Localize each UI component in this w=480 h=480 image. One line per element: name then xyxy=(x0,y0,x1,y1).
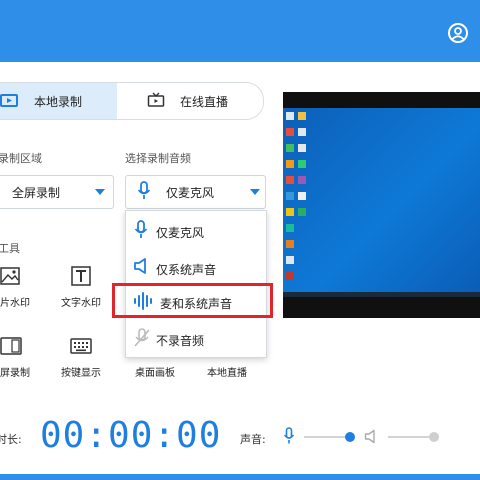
taskbar-thumbnail xyxy=(283,292,480,297)
image-icon xyxy=(0,267,20,285)
tool-image-watermark[interactable]: 片水印 xyxy=(0,294,30,309)
mic-icon xyxy=(137,181,151,199)
speaker-icon xyxy=(134,258,146,274)
dropdown-item-label: 仅麦克风 xyxy=(156,226,205,240)
selection-highlight xyxy=(112,283,273,318)
dropdown-item-label: 不录音频 xyxy=(156,334,205,348)
record-area-label: 录制区域 xyxy=(0,152,42,165)
tool-text-watermark[interactable]: 文字水印 xyxy=(56,294,106,309)
tv-icon[interactable] xyxy=(147,92,165,108)
tab-local-label: 本地录制 xyxy=(34,95,83,109)
chevron-down-icon xyxy=(95,189,105,195)
sound-label: 声音: xyxy=(240,433,266,446)
no-audio-icon xyxy=(134,328,150,347)
keyboard-icon xyxy=(70,338,92,354)
title-bar xyxy=(0,0,480,62)
tools-label: 工具 xyxy=(0,242,20,255)
tool-desktop-board[interactable]: 桌面画板 xyxy=(130,364,180,379)
tab-live-label[interactable]: 在线直播 xyxy=(180,93,228,110)
tool-key-display[interactable]: 按键显示 xyxy=(56,364,106,379)
system-volume-slider[interactable] xyxy=(388,436,434,438)
bottom-bar xyxy=(0,474,480,480)
speaker-icon[interactable] xyxy=(364,429,378,444)
text-icon xyxy=(71,266,91,286)
dropdown-item-label: 仅系统声音 xyxy=(156,263,217,277)
screen-icon xyxy=(0,337,22,355)
mic-icon[interactable] xyxy=(283,427,295,445)
video-icon xyxy=(0,94,18,107)
system-volume-knob[interactable] xyxy=(429,432,439,442)
mic-volume-knob[interactable] xyxy=(345,432,355,442)
mic-icon xyxy=(134,220,148,238)
desktop-icons xyxy=(284,112,308,282)
duration-label: 时长: xyxy=(0,433,22,446)
desktop-thumbnail xyxy=(283,108,480,296)
tool-local-live[interactable]: 本地直播 xyxy=(202,364,252,379)
mic-volume-slider[interactable] xyxy=(304,436,350,438)
chevron-down-icon xyxy=(250,189,260,195)
audio-value: 仅麦克风 xyxy=(166,186,215,200)
timer-display: 00:00:00 xyxy=(40,415,222,456)
user-icon[interactable] xyxy=(447,22,469,44)
record-area-value: 全屏录制 xyxy=(12,186,61,200)
audio-label: 选择录制音频 xyxy=(125,152,191,165)
tool-screen-record[interactable]: 屏录制 xyxy=(0,364,32,379)
